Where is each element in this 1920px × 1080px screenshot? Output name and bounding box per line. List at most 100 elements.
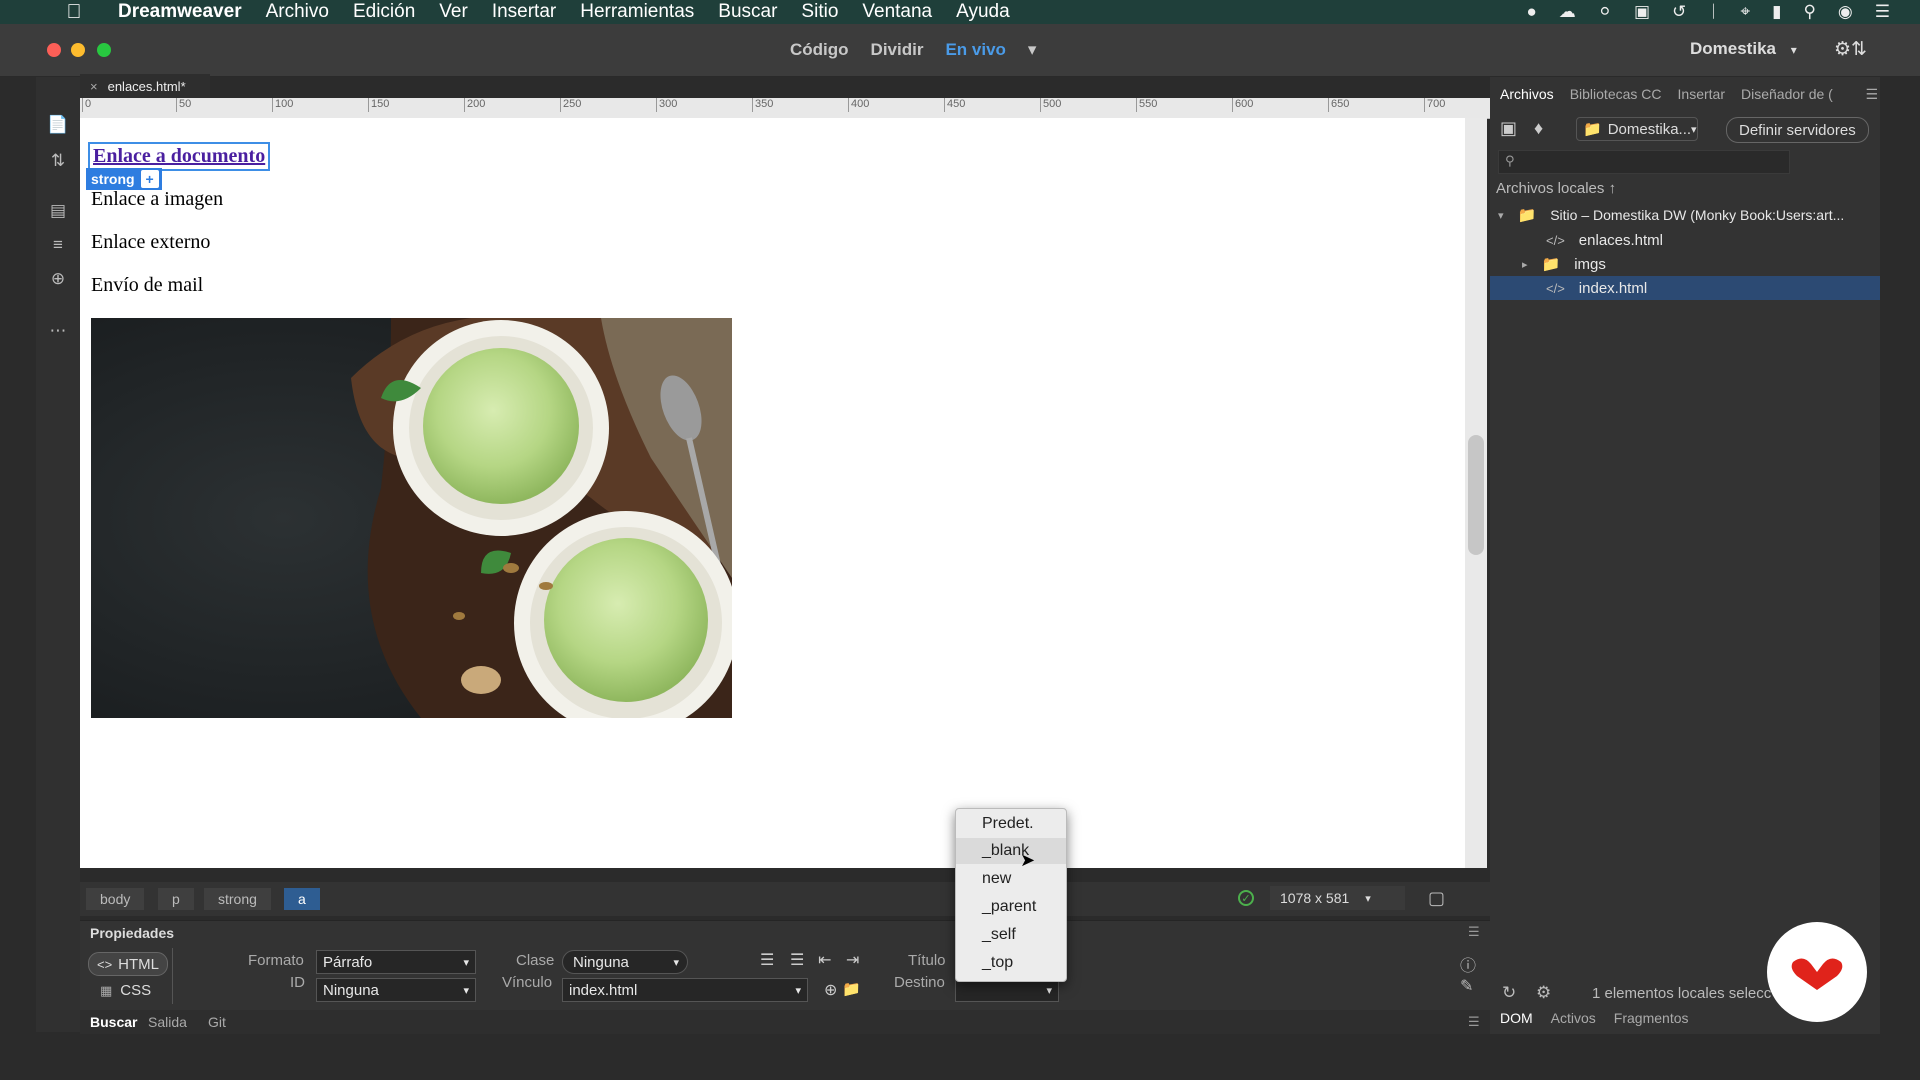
menu-app-name[interactable]: Dreamweaver: [118, 1, 242, 23]
crumb-strong[interactable]: strong: [204, 888, 271, 910]
local-files-header[interactable]: Archivos locales ↑: [1496, 180, 1616, 197]
tree-item-label: index.html: [1578, 279, 1648, 297]
git-icon[interactable]: ♦: [1534, 118, 1543, 139]
link-mail[interactable]: Envío de mail: [91, 274, 203, 297]
tab-disenador[interactable]: Diseñador de (: [1741, 86, 1833, 110]
preview-device-icon[interactable]: ▢: [1428, 888, 1445, 909]
gear-icon[interactable]: ⚙⇅: [1834, 38, 1867, 61]
tab-bibliotecas-cc[interactable]: Bibliotecas CC: [1570, 86, 1662, 110]
target-option-default[interactable]: Predet.: [956, 811, 1066, 837]
notification-center-icon[interactable]: ☰: [1875, 2, 1890, 22]
target-option-new[interactable]: new: [956, 866, 1066, 892]
creative-cloud-icon[interactable]: ⚪: [1598, 2, 1612, 22]
tree-item-index[interactable]: </> index.html: [1490, 276, 1880, 300]
outdent-icon[interactable]: ⇤: [818, 950, 831, 970]
format-select[interactable]: Párrafo ▾: [316, 950, 476, 974]
id-select[interactable]: Ninguna ▾: [316, 978, 476, 1002]
refresh-icon[interactable]: ↻: [1502, 983, 1516, 1003]
tree-item-enlaces[interactable]: </> enlaces.html: [1490, 228, 1880, 252]
tab-dom[interactable]: DOM: [1500, 1010, 1533, 1034]
siri-icon[interactable]: ◉: [1838, 2, 1853, 22]
tab-insertar[interactable]: Insertar: [1678, 86, 1725, 110]
tab-git[interactable]: Git: [208, 1014, 226, 1030]
browse-folder-icon[interactable]: 📁: [842, 980, 861, 998]
open-document-icon[interactable]: 📄: [46, 113, 70, 137]
quick-tag-editor-icon[interactable]: ✎: [1460, 976, 1473, 996]
element-tag-badge[interactable]: strong +: [86, 168, 162, 190]
add-class-button[interactable]: +: [140, 170, 159, 188]
view-split-button[interactable]: Dividir: [871, 40, 924, 60]
ice-cream-photo[interactable]: [91, 318, 732, 718]
link-input[interactable]: index.html ▾: [562, 978, 808, 1002]
crumb-p[interactable]: p: [158, 888, 194, 910]
menu-buscar[interactable]: Buscar: [718, 1, 777, 23]
help-icon[interactable]: ⓘ: [1460, 952, 1476, 976]
menu-ayuda[interactable]: Ayuda: [956, 1, 1010, 23]
files-search-input[interactable]: ⚲: [1498, 150, 1790, 174]
menu-ver[interactable]: Ver: [439, 1, 468, 23]
tab-fragmentos[interactable]: Fragmentos: [1614, 1010, 1689, 1034]
target-option-blank[interactable]: _blank: [956, 838, 1066, 864]
menu-insertar[interactable]: Insertar: [492, 1, 556, 23]
cloud-icon[interactable]: ☁: [1559, 2, 1576, 22]
display-icon[interactable]: ▣: [1634, 2, 1650, 22]
tab-activos[interactable]: Activos: [1551, 1010, 1596, 1034]
zoom-window-icon[interactable]: [97, 43, 111, 57]
more-tools-icon[interactable]: ⋯: [46, 319, 70, 343]
tree-root[interactable]: ▾ 📁 Sitio – Domestika DW (Monky Book:Use…: [1490, 203, 1880, 227]
crumb-body[interactable]: body: [86, 888, 145, 910]
document-tab[interactable]: × enlaces.html*: [80, 74, 210, 98]
wifi-icon[interactable]: ⌖: [1741, 2, 1751, 22]
point-to-file-icon[interactable]: ⊕: [824, 980, 837, 1000]
close-tab-icon[interactable]: ×: [90, 79, 98, 94]
target-option-parent[interactable]: _parent: [956, 894, 1066, 920]
link-document[interactable]: Enlace a documento: [88, 142, 271, 171]
panel-menu-icon[interactable]: ☰: [1865, 86, 1878, 103]
menu-edicion[interactable]: Edición: [353, 1, 415, 23]
workspace-selector[interactable]: Domestika ▾: [1690, 39, 1797, 59]
menu-sitio[interactable]: Sitio: [801, 1, 838, 23]
tab-salida[interactable]: Salida: [148, 1014, 187, 1030]
tree-item-imgs[interactable]: ▸ 📁 imgs: [1490, 252, 1880, 276]
chevron-down-icon[interactable]: ▾: [1028, 40, 1037, 60]
live-code-icon[interactable]: ▤: [46, 199, 70, 223]
panel-menu-icon[interactable]: ☰: [1468, 924, 1480, 940]
spotlight-search-icon[interactable]: ⚲: [1803, 2, 1815, 22]
menu-archivo[interactable]: Archivo: [266, 1, 329, 23]
inspect-icon[interactable]: ⊕: [46, 267, 70, 291]
panel-menu-icon[interactable]: ☰: [1468, 1014, 1480, 1030]
view-code-button[interactable]: Código: [790, 40, 849, 60]
tab-buscar[interactable]: Buscar: [90, 1014, 137, 1030]
crumb-a[interactable]: a: [284, 888, 320, 910]
minimize-window-icon[interactable]: [71, 43, 85, 57]
tab-archivos[interactable]: Archivos: [1500, 86, 1554, 110]
viewport-size-select[interactable]: 1078 x 581 ▾: [1270, 886, 1405, 910]
css-mode-button[interactable]: ▦ CSS: [100, 982, 151, 999]
target-option-self[interactable]: _self: [956, 922, 1066, 948]
menu-herramientas[interactable]: Herramientas: [580, 1, 694, 23]
link-image[interactable]: Enlace a imagen: [91, 188, 223, 211]
connect-icon[interactable]: ⚙: [1536, 983, 1551, 1003]
html-mode-button[interactable]: <> HTML: [88, 952, 168, 976]
ordered-list-icon[interactable]: ☰: [790, 950, 804, 970]
define-servers-button[interactable]: Definir servidores: [1726, 117, 1869, 143]
link-external[interactable]: Enlace externo: [91, 231, 210, 254]
format-source-icon[interactable]: ≡: [46, 233, 70, 257]
class-select[interactable]: Ninguna ▾: [562, 950, 688, 974]
time-machine-icon[interactable]: ↺: [1672, 2, 1686, 22]
battery-icon[interactable]: ▮: [1772, 2, 1781, 22]
bluetooth-icon[interactable]: ᛁ: [1708, 2, 1718, 22]
record-icon[interactable]: ●: [1526, 2, 1536, 22]
manage-sites-icon[interactable]: ▣: [1500, 118, 1517, 139]
menu-ventana[interactable]: Ventana: [862, 1, 932, 23]
unordered-list-icon[interactable]: ☰: [760, 950, 774, 970]
apple-icon[interactable]: : [60, 0, 88, 24]
viewport-size-value: 1078 x 581: [1280, 890, 1350, 906]
file-management-icon[interactable]: ⇅: [46, 149, 70, 173]
close-window-icon[interactable]: [47, 43, 61, 57]
target-option-top[interactable]: _top: [956, 950, 1066, 976]
indent-icon[interactable]: ⇥: [846, 950, 859, 970]
canvas-scroll-thumb[interactable]: [1468, 435, 1484, 555]
view-live-button[interactable]: En vivo: [945, 40, 1005, 60]
site-select[interactable]: 📁 Domestika... ▾: [1576, 117, 1698, 141]
